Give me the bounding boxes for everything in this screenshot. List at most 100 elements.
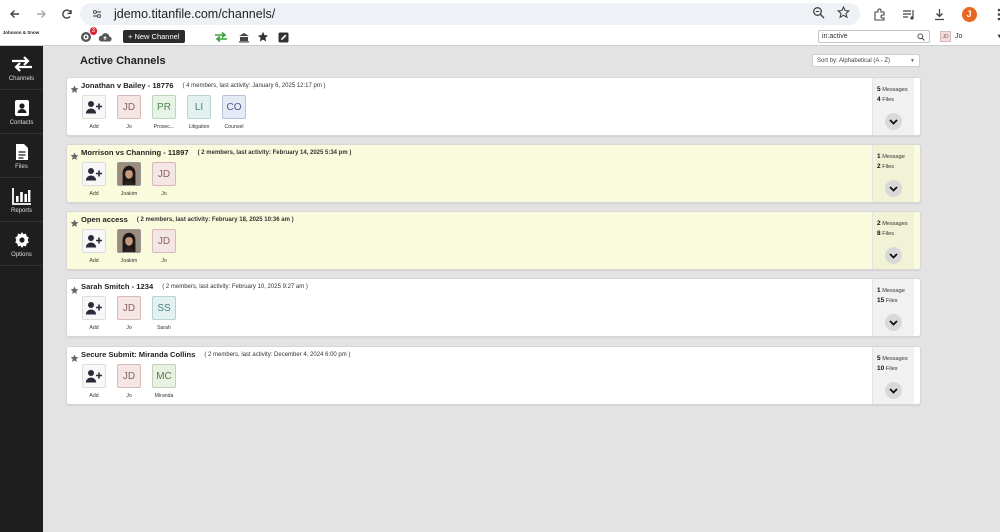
member-avatar[interactable]: Joakim — [116, 162, 142, 197]
member-avatar[interactable]: SS Sarah — [151, 296, 177, 331]
sidebar-item-channels[interactable]: Channels — [0, 46, 43, 90]
archive-button[interactable] — [237, 30, 251, 44]
member-avatar[interactable]: JD Jo — [116, 95, 142, 130]
channel-card[interactable]: Morrison vs Channing - 11897 ( 2 members,… — [66, 144, 921, 203]
member-label: Litigation — [188, 124, 210, 130]
expand-channel-button[interactable] — [885, 247, 902, 264]
brand-logo[interactable]: Johnson & Snow — [2, 30, 40, 35]
zoom-icon[interactable] — [812, 6, 825, 19]
channel-card[interactable]: Open access ( 2 members, last activity: F… — [66, 211, 921, 270]
expand-channel-button[interactable] — [885, 113, 902, 130]
files-count: 15 — [877, 297, 885, 304]
contacts-icon — [11, 98, 33, 118]
messages-word: Message — [882, 288, 905, 294]
member-avatar[interactable]: JD Jo — [151, 162, 177, 197]
expand-channel-button[interactable] — [885, 180, 902, 197]
bookmark-star-icon[interactable] — [837, 6, 850, 19]
add-member-button[interactable]: Add — [81, 162, 107, 197]
forward-button[interactable] — [30, 3, 52, 25]
profile-avatar[interactable]: J — [960, 3, 978, 25]
address-bar[interactable]: jdemo.titanfile.com/channels/ — [80, 3, 860, 25]
sidebar-item-contacts[interactable]: Contacts — [0, 90, 43, 134]
member-avatar[interactable]: CO Counsel — [221, 95, 247, 130]
reload-button[interactable] — [56, 3, 78, 25]
search-icon[interactable] — [917, 31, 925, 43]
channel-card[interactable]: Sarah Smitch - 1234 ( 2 members, last act… — [66, 278, 921, 337]
member-list: Add Joakim JD Jo — [81, 229, 177, 264]
back-button[interactable] — [4, 3, 26, 25]
channel-name[interactable]: Jonathan v Bailey - 18776 — [81, 81, 173, 90]
search-value: in:active — [822, 33, 848, 40]
arrow-left-icon — [10, 10, 19, 18]
gear-icon — [11, 230, 33, 250]
member-label: Add — [89, 258, 99, 264]
member-avatar[interactable]: PR Prosec... — [151, 95, 177, 130]
download-icon[interactable] — [930, 3, 948, 25]
sidebar-item-label: Files — [15, 163, 28, 170]
channel-name[interactable]: Sarah Smitch - 1234 — [81, 282, 153, 291]
sidebar-item-label: Contacts — [9, 119, 34, 126]
member-initials: JD — [152, 162, 176, 186]
add-member-button[interactable]: Add — [81, 229, 107, 264]
messages-count-line: 5 Messages — [877, 355, 908, 362]
channel-meta: ( 2 members, last activity: February 14,… — [197, 149, 352, 156]
star-icon[interactable] — [70, 81, 79, 93]
chevron-down-icon: ▼ — [910, 57, 915, 64]
member-label: Sarah — [157, 325, 171, 331]
member-avatar[interactable]: Joakim — [116, 229, 142, 264]
member-label: Prosec... — [153, 124, 175, 130]
files-count: 10 — [877, 365, 885, 372]
files-word: Files — [882, 231, 894, 237]
add-member-button[interactable]: Add — [81, 95, 107, 130]
channel-header: Sarah Smitch - 1234 ( 2 members, last act… — [70, 282, 308, 294]
sidebar-item-files[interactable]: Files — [0, 134, 43, 178]
browser-menu-icon[interactable] — [990, 3, 1000, 25]
member-avatar[interactable]: JD Jo — [116, 364, 142, 399]
member-avatar[interactable]: MC Miranda — [151, 364, 177, 399]
exchange-arrows-icon — [215, 31, 227, 43]
channel-card[interactable]: Secure Submit: Miranda Collins ( 2 member… — [66, 346, 921, 405]
member-list: Add Joakim JD Jo — [81, 162, 177, 197]
sidebar-item-reports[interactable]: Reports — [0, 178, 43, 222]
member-avatar[interactable]: JD Jo — [116, 296, 142, 331]
star-icon[interactable] — [70, 282, 79, 294]
compose-button[interactable] — [276, 30, 290, 44]
sidebar-item-options[interactable]: Options — [0, 222, 43, 266]
messages-count-line: 1 Message — [877, 153, 905, 160]
cloud-upload-button[interactable] — [98, 30, 112, 44]
channel-card[interactable]: Jonathan v Bailey - 18776 ( 4 members, la… — [66, 77, 921, 136]
star-icon[interactable] — [70, 350, 79, 362]
messages-count-line: 2 Messages — [877, 220, 908, 227]
star-icon[interactable] — [70, 215, 79, 227]
expand-channel-button[interactable] — [885, 382, 902, 399]
member-initials: LI — [187, 95, 211, 119]
channel-name[interactable]: Morrison vs Channing - 11897 — [81, 148, 189, 157]
add-member-button[interactable]: Add — [81, 296, 107, 331]
member-initials: JD — [117, 296, 141, 320]
add-member-button[interactable]: Add — [81, 364, 107, 399]
channel-header: Jonathan v Bailey - 18776 ( 4 members, la… — [70, 81, 326, 93]
files-word: Files — [885, 298, 898, 304]
messages-word: Messages — [882, 221, 908, 227]
channel-name[interactable]: Secure Submit: Miranda Collins — [81, 350, 195, 359]
user-menu[interactable]: JD Jo ▼ — [940, 30, 1000, 43]
extensions-icon[interactable] — [870, 3, 888, 25]
new-channel-button[interactable]: + New Channel — [123, 30, 185, 43]
expand-channel-button[interactable] — [885, 314, 902, 331]
member-label: Add — [89, 325, 99, 331]
sync-button[interactable] — [214, 30, 228, 44]
media-control-icon[interactable] — [900, 3, 918, 25]
notifications-button[interactable]: 3 — [79, 27, 97, 44]
files-count: 8 — [877, 230, 881, 237]
sort-dropdown[interactable]: Sort by: Alphabetical (A - Z) ▼ — [812, 54, 920, 67]
member-avatar[interactable]: LI Litigation — [186, 95, 212, 130]
page-title: Active Channels — [80, 55, 166, 67]
sort-value: Sort by: Alphabetical (A - Z) — [817, 57, 891, 64]
site-settings-icon[interactable] — [90, 7, 104, 21]
files-count-line: 2 Files — [877, 163, 894, 170]
channel-name[interactable]: Open access — [81, 215, 128, 224]
star-icon[interactable] — [70, 148, 79, 160]
favorites-button[interactable] — [256, 30, 270, 44]
member-avatar[interactable]: JD Jo — [151, 229, 177, 264]
channel-search-input[interactable]: in:active — [818, 30, 930, 43]
